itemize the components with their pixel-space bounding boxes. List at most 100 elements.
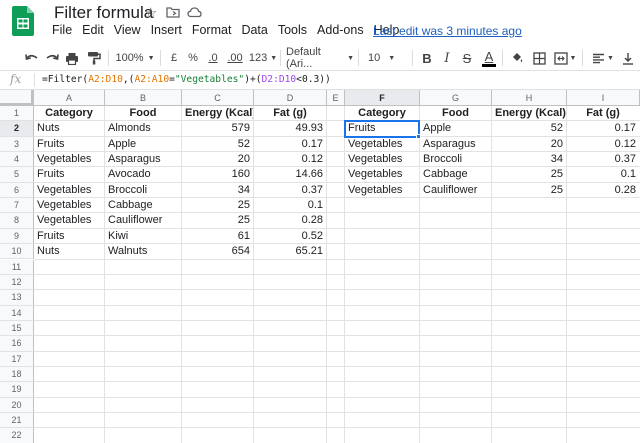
filter-result-cell[interactable]: Vegetables <box>345 167 419 182</box>
filter-result-cell[interactable]: Vegetables <box>345 137 419 152</box>
column-header-c[interactable]: C <box>182 90 254 106</box>
menu-edit[interactable]: Edit <box>82 23 104 39</box>
left-table-cell[interactable]: Cabbage <box>105 198 181 213</box>
move-folder-icon[interactable] <box>166 6 180 18</box>
left-table-cell[interactable]: Asparagus <box>105 152 181 167</box>
row-header-8[interactable]: 8 <box>0 213 34 229</box>
left-table-cell[interactable]: 49.93 <box>254 121 326 136</box>
left-table-header-cell[interactable]: Category <box>34 106 104 121</box>
row-header-12[interactable]: 12 <box>0 274 34 291</box>
last-edit-link[interactable]: Last edit was 3 minutes ago <box>373 24 522 38</box>
filter-result-cell[interactable]: 20 <box>492 137 566 152</box>
left-table-cell[interactable]: Almonds <box>105 121 181 136</box>
filter-result-cell[interactable]: 52 <box>492 121 566 136</box>
row-header-20[interactable]: 20 <box>0 397 34 413</box>
font-size-select[interactable]: 10 ▼ <box>368 46 398 70</box>
left-table-cell[interactable]: Kiwi <box>105 229 181 244</box>
column-header-g[interactable]: G <box>420 90 492 106</box>
borders-icon[interactable] <box>530 46 548 70</box>
left-table-header-cell[interactable]: Food <box>105 106 181 121</box>
column-header-i[interactable]: I <box>567 90 640 106</box>
currency-format-button[interactable]: £ <box>166 46 182 70</box>
filter-result-cell[interactable]: 0.28 <box>567 183 639 198</box>
left-table-cell[interactable]: 160 <box>182 167 253 182</box>
left-table-cell[interactable]: Vegetables <box>34 198 104 213</box>
left-table-cell[interactable]: 0.28 <box>254 213 326 228</box>
row-header-7[interactable]: 7 <box>0 198 34 214</box>
filter-result-cell[interactable]: Vegetables <box>345 183 419 198</box>
left-table-cell[interactable]: Nuts <box>34 121 104 136</box>
row-header-1[interactable]: 1 <box>0 106 34 122</box>
row-header-14[interactable]: 14 <box>0 305 34 321</box>
left-table-cell[interactable]: Broccoli <box>105 183 181 198</box>
row-header-3[interactable]: 3 <box>0 136 34 153</box>
menu-file[interactable]: File <box>52 23 72 39</box>
left-table-cell[interactable]: Vegetables <box>34 213 104 228</box>
left-table-cell[interactable]: Vegetables <box>34 183 104 198</box>
filter-result-cell[interactable]: 34 <box>492 152 566 167</box>
filter-result-cell[interactable]: Broccoli <box>420 152 491 167</box>
bold-button[interactable]: B <box>418 46 436 70</box>
row-header-13[interactable]: 13 <box>0 290 34 306</box>
document-title[interactable]: Filter formula <box>54 3 153 23</box>
text-color-button[interactable]: A <box>479 46 499 70</box>
filter-result-cell[interactable]: Vegetables <box>345 152 419 167</box>
filter-result-header-cell[interactable]: Category <box>345 106 419 121</box>
percent-format-button[interactable]: % <box>185 46 201 70</box>
filter-result-cell[interactable]: 0.12 <box>567 137 639 152</box>
left-table-cell[interactable]: Fruits <box>34 229 104 244</box>
filter-result-header-cell[interactable]: Fat (g) <box>567 106 639 121</box>
left-table-cell[interactable]: 579 <box>182 121 253 136</box>
font-family-select[interactable]: Default (Ari... ▼ <box>286 46 354 70</box>
left-table-header-cell[interactable]: Fat (g) <box>254 106 326 121</box>
left-table-cell[interactable]: 20 <box>182 152 253 167</box>
spreadsheet-grid[interactable]: A B C D E F G H I 1 2 3 4 5 6 7 8 9 10 11 12 13 14 15 16 17 18 19 20… <box>0 90 640 443</box>
menu-tools[interactable]: Tools <box>278 23 307 39</box>
left-table-cell[interactable]: Vegetables <box>34 152 104 167</box>
row-header-15[interactable]: 15 <box>0 320 34 337</box>
column-header-f[interactable]: F <box>345 90 420 106</box>
left-table-cell[interactable]: 14.66 <box>254 167 326 182</box>
left-table-cell[interactable]: Fruits <box>34 167 104 182</box>
left-table-cell[interactable]: Apple <box>105 137 181 152</box>
merge-cells-icon[interactable]: ▼ <box>552 46 578 70</box>
cloud-saved-icon[interactable] <box>187 6 202 18</box>
row-header-19[interactable]: 19 <box>0 382 34 398</box>
row-header-4[interactable]: 4 <box>0 152 34 168</box>
menu-format[interactable]: Format <box>192 23 232 39</box>
left-table-cell[interactable]: 0.1 <box>254 198 326 213</box>
filter-result-header-cell[interactable]: Energy (Kcal) <box>492 106 566 121</box>
decrease-decimal-button[interactable]: .0 <box>204 46 222 70</box>
left-table-cell[interactable]: 61 <box>182 229 253 244</box>
column-header-h[interactable]: H <box>492 90 567 106</box>
left-table-cell[interactable]: 0.37 <box>254 183 326 198</box>
row-header-2[interactable]: 2 <box>0 121 34 137</box>
left-table-cell[interactable]: Nuts <box>34 244 104 259</box>
left-table-cell[interactable]: Cauliflower <box>105 213 181 228</box>
filter-result-cell[interactable]: Asparagus <box>420 137 491 152</box>
row-header-11[interactable]: 11 <box>0 259 34 275</box>
left-table-cell[interactable]: Walnuts <box>105 244 181 259</box>
row-header-16[interactable]: 16 <box>0 336 34 352</box>
paint-format-icon[interactable] <box>84 46 104 70</box>
left-table-cell[interactable]: 52 <box>182 137 253 152</box>
left-table-cell[interactable]: 0.52 <box>254 229 326 244</box>
row-header-10[interactable]: 10 <box>0 244 34 260</box>
menu-view[interactable]: View <box>114 23 141 39</box>
filter-result-cell[interactable]: 0.37 <box>567 152 639 167</box>
left-table-cell[interactable]: 25 <box>182 213 253 228</box>
star-icon[interactable]: ☆ <box>144 4 157 22</box>
left-table-cell[interactable]: 0.12 <box>254 152 326 167</box>
column-header-b[interactable]: B <box>105 90 182 106</box>
fill-handle[interactable] <box>416 133 421 139</box>
undo-icon[interactable] <box>22 46 42 70</box>
print-icon[interactable] <box>62 46 82 70</box>
left-table-cell[interactable]: 654 <box>182 244 253 259</box>
filter-result-cell[interactable]: 0.17 <box>567 121 639 136</box>
row-header-6[interactable]: 6 <box>0 182 34 199</box>
filter-result-cell[interactable]: Cauliflower <box>420 183 491 198</box>
select-all-corner[interactable] <box>0 90 34 106</box>
zoom-select[interactable]: 100% ▼ <box>112 46 158 70</box>
filter-result-cell[interactable]: Cabbage <box>420 167 491 182</box>
left-table-cell[interactable]: 0.17 <box>254 137 326 152</box>
